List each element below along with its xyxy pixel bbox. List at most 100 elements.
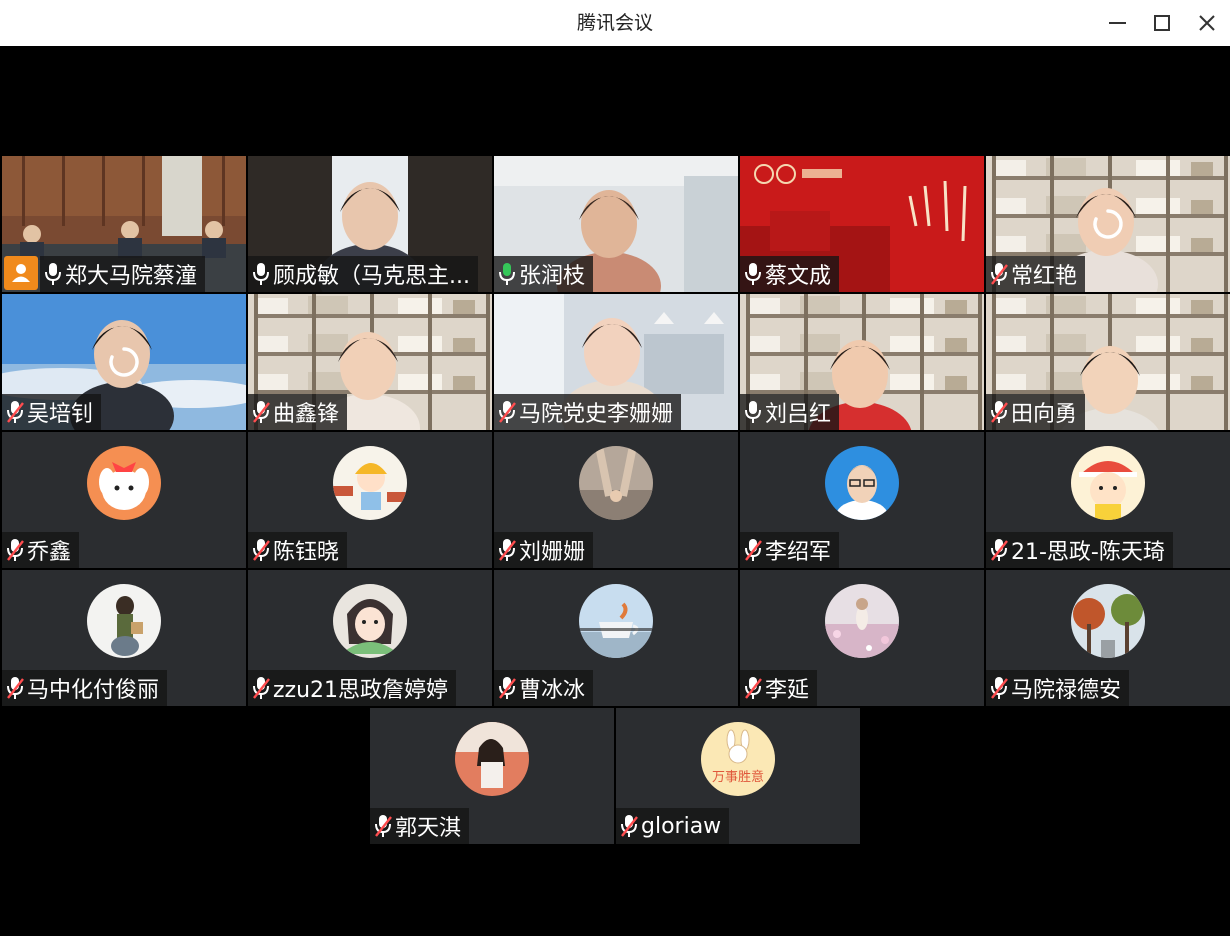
participant-name-tag: 马中化付俊丽 xyxy=(2,670,168,706)
participant-tile[interactable]: 万事胜意 gloriaw xyxy=(616,708,860,844)
participant-avatar xyxy=(579,584,653,658)
participant-tile[interactable]: 郭天淇 xyxy=(370,708,614,844)
participant-tile[interactable]: 曹冰冰 xyxy=(494,570,738,706)
maximize-icon xyxy=(1154,15,1170,31)
participant-name-tag: 张润枝 xyxy=(494,256,594,292)
participant-avatar xyxy=(825,446,899,520)
window-title: 腾讯会议 xyxy=(576,12,653,34)
participant-name-tag: gloriaw xyxy=(616,808,730,844)
participant-name-tag: 顾成敏（马克思主... xyxy=(248,256,478,292)
participant-tile[interactable]: 顾成敏（马克思主... xyxy=(248,156,492,292)
participant-avatar xyxy=(87,584,161,658)
mic-muted-icon xyxy=(249,670,273,706)
loading-spinner-icon xyxy=(1093,209,1123,239)
participant-avatar xyxy=(87,446,161,520)
mic-muted-icon xyxy=(495,394,519,430)
mic-muted-icon xyxy=(987,256,1011,292)
minimize-icon xyxy=(1109,22,1126,24)
participant-avatar: 万事胜意 xyxy=(701,722,775,796)
mic-muted-icon xyxy=(987,394,1011,430)
participant-name: 蔡文成 xyxy=(765,264,832,289)
mic-speaking-icon xyxy=(495,256,519,292)
participant-name: 郑大马院蔡潼 xyxy=(65,264,198,289)
participant-tile[interactable]: zzu21思政詹婷婷 xyxy=(248,570,492,706)
participant-name: 21-思政-陈天琦 xyxy=(1011,540,1165,565)
participant-tile[interactable]: 陈钰晓 xyxy=(248,432,492,568)
participant-name: 郭天淇 xyxy=(395,816,462,841)
participant-name-tag: 刘姗姗 xyxy=(494,532,594,568)
participant-tile[interactable]: 郑大马院蔡潼 xyxy=(2,156,246,292)
avatar-caption: 万事胜意 xyxy=(711,770,764,785)
participant-tile[interactable]: 马院党史李姗姗 xyxy=(494,294,738,430)
participant-tile[interactable]: 张润枝 xyxy=(494,156,738,292)
participant-name: 顾成敏（马克思主... xyxy=(273,264,470,289)
participant-name-tag: 乔鑫 xyxy=(2,532,80,568)
participant-tile[interactable]: 田向勇 xyxy=(986,294,1230,430)
participant-name: 李绍军 xyxy=(765,540,832,565)
participant-name: 李延 xyxy=(765,678,810,703)
participant-tile[interactable]: 21-思政-陈天琦 xyxy=(986,432,1230,568)
close-button[interactable] xyxy=(1192,8,1222,38)
participant-tile[interactable]: 常红艳 xyxy=(986,156,1230,292)
participant-avatar xyxy=(1071,584,1145,658)
host-badge-icon xyxy=(4,256,38,290)
mic-icon xyxy=(41,256,65,292)
participant-avatar xyxy=(455,722,529,796)
participant-avatar xyxy=(1071,446,1145,520)
participant-name-tag: 刘吕红 xyxy=(740,394,840,430)
participant-name-tag: 曹冰冰 xyxy=(494,670,594,706)
participant-tile[interactable]: 马中化付俊丽 xyxy=(2,570,246,706)
participant-name: 刘吕红 xyxy=(765,402,832,427)
mic-muted-icon xyxy=(987,670,1011,706)
participant-name: 马中化付俊丽 xyxy=(27,678,160,703)
mic-icon xyxy=(741,256,765,292)
participant-tile[interactable]: 乔鑫 xyxy=(2,432,246,568)
participant-name: 马院禄德安 xyxy=(1011,678,1122,703)
mic-muted-icon xyxy=(495,532,519,568)
participant-name: 马院党史李姗姗 xyxy=(519,402,674,427)
loading-spinner-icon xyxy=(109,347,139,377)
mic-muted-icon xyxy=(3,394,27,430)
participant-name-tag: zzu21思政詹婷婷 xyxy=(248,670,457,706)
participant-name: zzu21思政詹婷婷 xyxy=(273,678,449,703)
participant-name-tag: 李延 xyxy=(740,670,818,706)
participant-name: 田向勇 xyxy=(1011,402,1078,427)
participant-tile[interactable]: 马院禄德安 xyxy=(986,570,1230,706)
participant-name: 张润枝 xyxy=(519,264,586,289)
video-gallery: 郑大马院蔡潼 顾成敏（马克思主... 张润枝 蔡文成 常红艳 吴培钊 曲鑫锋 马院党史李姗姗刘… xyxy=(0,46,1230,936)
participant-tile[interactable]: 刘姗姗 xyxy=(494,432,738,568)
mic-muted-icon xyxy=(371,808,395,844)
mic-muted-icon xyxy=(249,532,273,568)
participant-name: 常红艳 xyxy=(1011,264,1078,289)
participant-name-tag: 陈钰晓 xyxy=(248,532,348,568)
participant-tile[interactable]: 蔡文成 xyxy=(740,156,984,292)
participant-name-tag: 吴培钊 xyxy=(2,394,102,430)
participant-name: 曲鑫锋 xyxy=(273,402,340,427)
participant-name: 陈钰晓 xyxy=(273,540,340,565)
participant-tile[interactable]: 刘吕红 xyxy=(740,294,984,430)
participant-tile[interactable]: 吴培钊 xyxy=(2,294,246,430)
mic-muted-icon xyxy=(741,670,765,706)
participant-name-tag: 蔡文成 xyxy=(740,256,840,292)
mic-muted-icon xyxy=(3,670,27,706)
mic-muted-icon xyxy=(495,670,519,706)
participant-name: 乔鑫 xyxy=(27,540,72,565)
participant-name-tag: 郭天淇 xyxy=(370,808,470,844)
minimize-button[interactable] xyxy=(1102,8,1132,38)
mic-muted-icon xyxy=(987,532,1011,568)
mic-icon xyxy=(249,256,273,292)
participant-avatar xyxy=(333,584,407,658)
participant-name-tag: 郑大马院蔡潼 xyxy=(40,256,206,292)
participant-tile[interactable]: 李绍军 xyxy=(740,432,984,568)
participant-name-tag: 李绍军 xyxy=(740,532,840,568)
participant-tile[interactable]: 李延 xyxy=(740,570,984,706)
mic-icon xyxy=(741,394,765,430)
participant-name: gloriaw xyxy=(641,813,722,839)
maximize-button[interactable] xyxy=(1147,8,1177,38)
participant-avatar xyxy=(579,446,653,520)
participant-name-tag: 马院党史李姗姗 xyxy=(494,394,682,430)
participant-name: 吴培钊 xyxy=(27,402,94,427)
close-icon xyxy=(1199,15,1215,31)
title-bar: 腾讯会议 xyxy=(0,0,1230,46)
participant-tile[interactable]: 曲鑫锋 xyxy=(248,294,492,430)
